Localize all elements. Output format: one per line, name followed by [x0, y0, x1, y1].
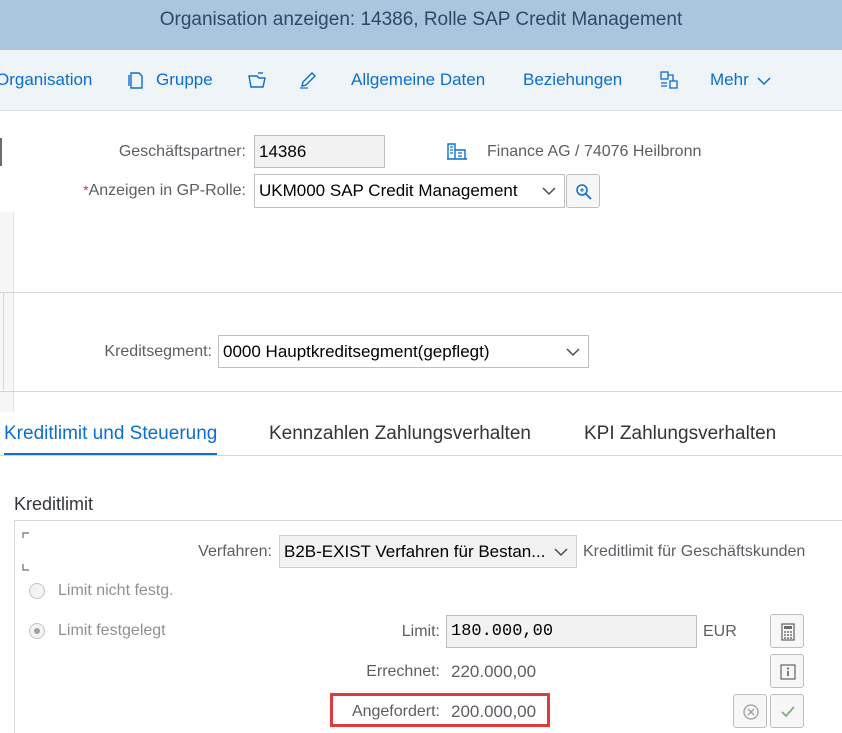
radio-limit-nicht-festgelegt-label: Limit nicht festg. [58, 582, 174, 599]
bracket-marker [22, 532, 29, 571]
gp-field[interactable]: 14386 [254, 135, 385, 168]
info-icon [780, 664, 796, 680]
info-button[interactable] [770, 654, 804, 688]
mehr-menu-button[interactable]: Mehr [710, 50, 771, 110]
tab-kpi-zahlungsverhalten[interactable]: KPI Zahlungsverhalten [584, 413, 776, 453]
radio-limit-festgelegt[interactable] [29, 623, 45, 639]
verfahren-dropdown[interactable]: B2B-EXIST Verfahren für Bestan... [279, 535, 577, 568]
calculator-button[interactable] [770, 614, 804, 648]
role-dropdown[interactable]: UKM000 SAP Credit Management [254, 174, 565, 208]
limit-label: Limit: [401, 623, 440, 640]
left-edge-marker [0, 138, 2, 166]
toolbar: Organisation Gruppe Allgemeine Daten Bez… [0, 50, 842, 111]
errechnet-value: 220.000,00 [451, 662, 537, 681]
chevron-down-icon [554, 547, 568, 556]
relationship-icon[interactable] [659, 70, 679, 90]
document-icon[interactable] [126, 70, 146, 90]
allgemeine-daten-button[interactable]: Allgemeine Daten [351, 50, 485, 110]
verfahren-value: B2B-EXIST Verfahren für Bestan... [284, 542, 546, 561]
beziehungen-button[interactable]: Beziehungen [523, 50, 622, 110]
chevron-down-icon [542, 187, 556, 196]
pencil-edit-icon[interactable] [298, 70, 318, 90]
chevron-down-icon [566, 347, 580, 356]
reject-button[interactable] [733, 694, 767, 728]
organization-icon [447, 143, 467, 160]
organisation-button[interactable]: Organisation [0, 50, 92, 110]
segment-label: Kreditsegment: [104, 343, 212, 360]
tab-divider [0, 455, 842, 456]
cancel-circle-icon [743, 704, 759, 720]
tab-kennzahlen-zahlungsverhalten[interactable]: Kennzahlen Zahlungsverhalten [269, 413, 531, 453]
tab-kreditlimit-steuerung[interactable]: Kreditlimit und Steuerung [4, 413, 218, 456]
currency-label: EUR [703, 623, 737, 640]
angefordert-value: 200.000,00 [451, 702, 537, 721]
angefordert-label: Angefordert: [351, 703, 440, 720]
kreditlimit-section-title: Kreditlimit [14, 494, 94, 514]
title-bar: Organisation anzeigen: 14386, Rolle SAP … [0, 0, 842, 50]
gp-label: Geschäftspartner: [118, 143, 246, 160]
role-search-button[interactable] [566, 174, 600, 208]
verfahren-label: Verfahren: [198, 543, 272, 560]
radio-limit-nicht-festgelegt[interactable] [29, 583, 45, 599]
calculator-icon [781, 623, 795, 641]
search-icon [576, 184, 592, 200]
verfahren-description: Kreditlimit für Geschäftskunden [583, 543, 806, 560]
segment-value: 0000 Hauptkreditsegment(gepflegt) [223, 342, 490, 361]
errechnet-label: Errechnet: [366, 663, 440, 680]
gruppe-button[interactable]: Gruppe [156, 50, 213, 110]
accept-button[interactable] [770, 694, 804, 728]
checkmark-icon [781, 706, 795, 718]
window-title: Organisation anzeigen: 14386, Rolle SAP … [159, 9, 683, 30]
gp-description: Finance AG / 74076 Heilbronn [487, 143, 702, 160]
chevron-down-icon [757, 76, 771, 85]
role-label-text: Anzeigen in GP-Rolle: [88, 182, 246, 199]
limit-field[interactable]: 180.000,00 [446, 615, 697, 648]
folder-edit-icon[interactable] [247, 70, 267, 90]
role-label: *Anzeigen in GP-Rolle: [40, 182, 246, 200]
role-value: UKM000 SAP Credit Management [259, 181, 518, 200]
segment-panel-left-border [3, 292, 4, 390]
mehr-label: Mehr [710, 70, 749, 89]
radio-limit-festgelegt-label: Limit festgelegt [58, 622, 166, 639]
segment-dropdown[interactable]: 0000 Hauptkreditsegment(gepflegt) [218, 335, 589, 368]
